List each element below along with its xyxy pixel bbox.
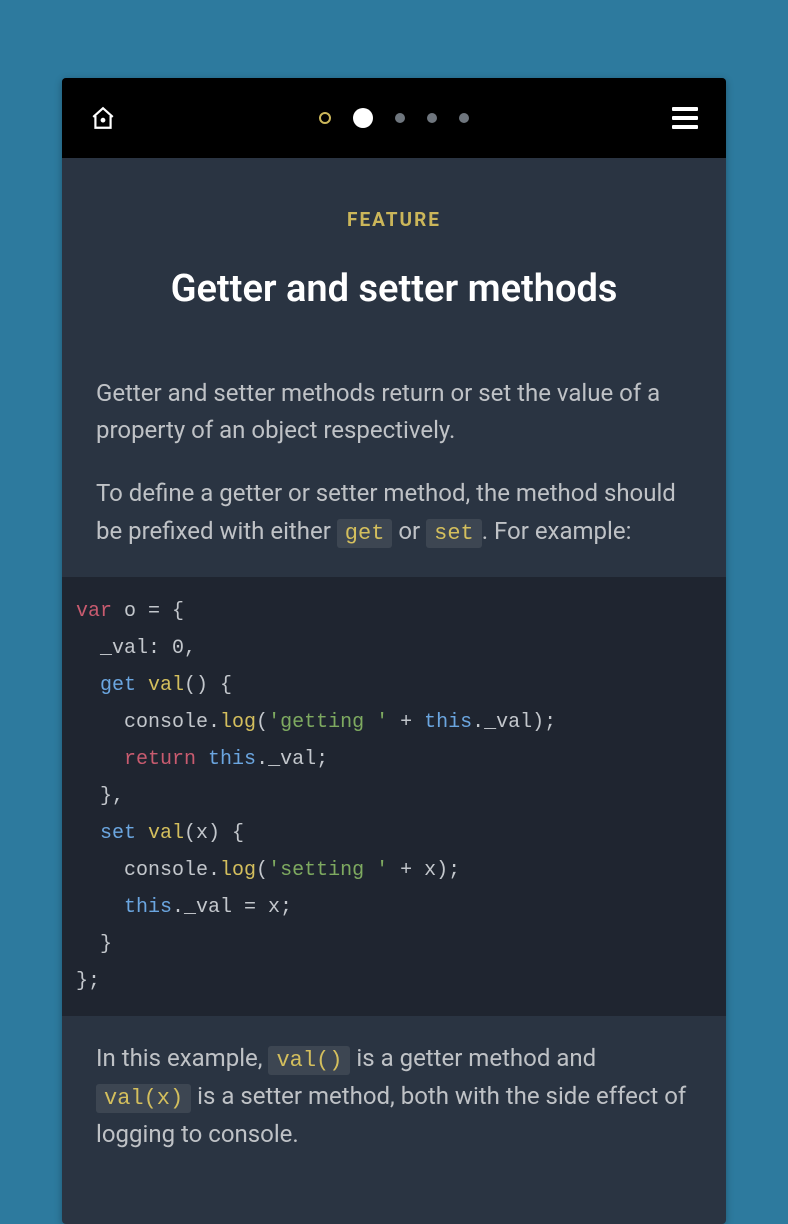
code-token: this	[124, 896, 172, 919]
article-content: FEATURE Getter and setter methods Getter…	[62, 158, 726, 1153]
page-title: Getter and setter methods	[96, 267, 692, 311]
topbar	[62, 78, 726, 158]
paragraph-intro: Getter and setter methods return or set …	[96, 375, 692, 449]
paragraph-definition: To define a getter or setter method, the…	[96, 475, 692, 550]
code-token: console.	[76, 711, 220, 734]
text: In this example,	[96, 1044, 268, 1072]
code-token: + x);	[388, 859, 460, 882]
page-dot-4[interactable]	[427, 113, 437, 123]
eyebrow-label: FEATURE	[96, 208, 692, 231]
code-token: set	[76, 822, 136, 845]
code-block: var o = { _val: 0, get val() { console.l…	[62, 577, 726, 1016]
code-token: }	[76, 933, 112, 956]
text: . For example:	[482, 517, 632, 545]
page-dot-2[interactable]	[353, 108, 373, 128]
code-token: };	[76, 970, 100, 993]
menu-icon[interactable]	[672, 107, 698, 129]
code-token: +	[388, 711, 424, 734]
code-token: _val: 0,	[76, 637, 196, 660]
text: is a getter method and	[350, 1044, 596, 1072]
code-token: this	[208, 748, 256, 771]
inline-code-val-getter: val()	[268, 1046, 350, 1075]
code-token: (	[256, 859, 268, 882]
code-token: (x) {	[184, 822, 244, 845]
code-token: ._val = x;	[172, 896, 292, 919]
inline-code-val-setter: val(x)	[96, 1084, 191, 1113]
code-token: val	[136, 822, 184, 845]
code-token: (	[256, 711, 268, 734]
inline-code-set: set	[426, 519, 482, 548]
inline-code-get: get	[337, 519, 393, 548]
page-dot-3[interactable]	[395, 113, 405, 123]
code-token: 'setting '	[268, 859, 388, 882]
code-token: () {	[184, 674, 232, 697]
code-token: log	[220, 711, 256, 734]
paragraph-explanation: In this example, val() is a getter metho…	[96, 1040, 692, 1153]
code-token: var	[76, 600, 112, 623]
page-dot-5[interactable]	[459, 113, 469, 123]
code-token	[76, 748, 124, 771]
code-token: val	[136, 674, 184, 697]
code-token: o = {	[112, 600, 184, 623]
text: or	[392, 517, 426, 545]
code-token: ._val);	[472, 711, 556, 734]
article-card: FEATURE Getter and setter methods Getter…	[62, 78, 726, 1224]
code-token: 'getting '	[268, 711, 388, 734]
code-token: log	[220, 859, 256, 882]
code-token: return	[124, 748, 196, 771]
code-token: get	[76, 674, 136, 697]
code-token: this	[424, 711, 472, 734]
code-token: console.	[76, 859, 220, 882]
home-icon[interactable]	[90, 105, 116, 131]
code-token	[76, 896, 124, 919]
page-dot-1[interactable]	[319, 112, 331, 124]
code-token	[196, 748, 208, 771]
page-indicator	[319, 108, 469, 128]
code-token: },	[76, 785, 124, 808]
code-token: ._val;	[256, 748, 328, 771]
